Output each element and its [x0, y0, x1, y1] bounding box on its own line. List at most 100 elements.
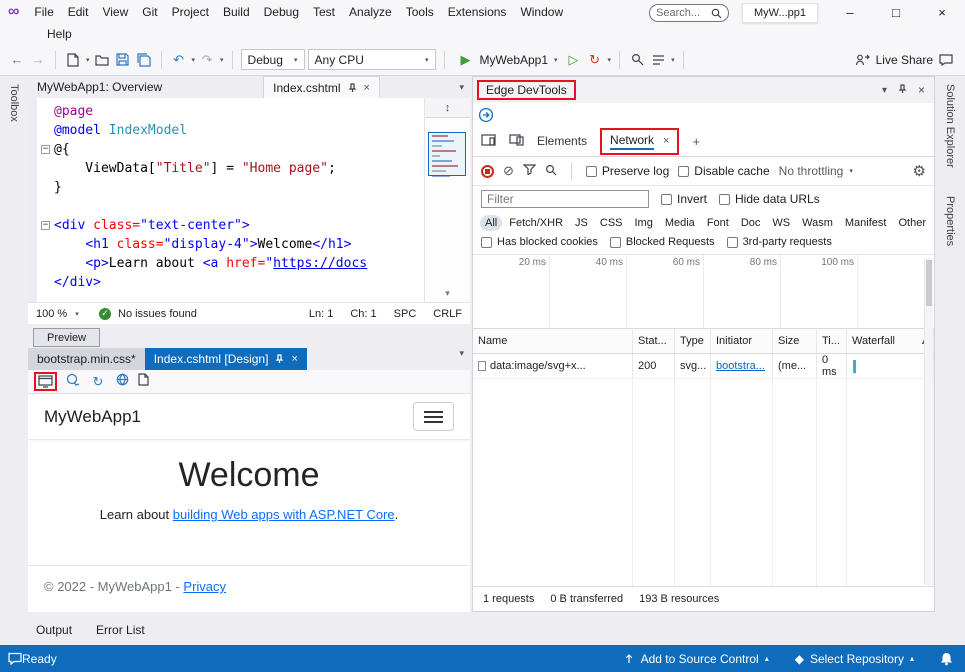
search-box[interactable]: Search...	[649, 4, 729, 22]
save-all-icon[interactable]	[135, 50, 153, 70]
menu-window[interactable]: Window	[513, 3, 570, 21]
privacy-link[interactable]: Privacy	[183, 579, 226, 594]
tab-index-cshtml[interactable]: Index.cshtml ×	[263, 76, 380, 98]
hot-reload-caret-icon[interactable]: ▾	[608, 56, 612, 64]
feedback-icon[interactable]	[939, 53, 953, 66]
configuration-dropdown[interactable]: Debug ▾	[241, 49, 305, 70]
column-header-waterfall[interactable]: Waterfall▲	[847, 329, 934, 353]
close-button[interactable]: ×	[919, 0, 965, 24]
save-icon[interactable]	[114, 50, 132, 70]
checkbox-3rd-party-requests[interactable]: 3rd-party requests	[727, 236, 832, 248]
menu-test[interactable]: Test	[306, 3, 342, 21]
maximize-button[interactable]: □	[873, 0, 919, 24]
menu-edit[interactable]: Edit	[61, 3, 96, 21]
menu-debug[interactable]: Debug	[257, 3, 306, 21]
menu-build[interactable]: Build	[216, 3, 257, 21]
pill-doc[interactable]: Doc	[736, 215, 766, 231]
pin-icon[interactable]	[898, 84, 907, 97]
undo-caret-icon[interactable]: ▾	[192, 56, 196, 64]
tab-index-design[interactable]: Index.cshtml [Design] ×	[145, 348, 307, 370]
open-in-browser-icon[interactable]	[38, 375, 53, 388]
breakpoint-margin[interactable]	[28, 98, 37, 302]
column-header-stat[interactable]: Stat...	[633, 329, 675, 353]
docs-link[interactable]: building Web apps with ASP.NET Core	[173, 507, 395, 522]
redo-caret-icon[interactable]: ▾	[220, 56, 224, 64]
network-request-row[interactable]: data:image/svg+x...200svg...bootstra...(…	[473, 354, 934, 379]
preview-button[interactable]: Preview	[33, 328, 100, 347]
spaces-indicator[interactable]: SPC	[394, 308, 417, 320]
open-folder-icon[interactable]	[93, 50, 111, 70]
navigate-forward-button[interactable]: →	[29, 50, 47, 70]
find-in-files-icon[interactable]	[628, 50, 646, 70]
toggle-screencast-icon[interactable]	[481, 134, 496, 149]
menu-git[interactable]: Git	[135, 3, 164, 21]
pill-font[interactable]: Font	[702, 215, 734, 231]
request-name-cell[interactable]: data:image/svg+x...	[473, 354, 633, 378]
pill-all[interactable]: All	[480, 215, 502, 231]
refresh-icon[interactable]: ↻	[89, 372, 107, 392]
scroll-down-icon[interactable]: ▾	[425, 288, 470, 299]
checkbox-blocked-requests[interactable]: Blocked Requests	[610, 236, 715, 248]
close-tab-icon[interactable]: ×	[364, 82, 370, 94]
pill-js[interactable]: JS	[570, 215, 593, 231]
source-file-icon[interactable]	[138, 373, 149, 391]
select-repository-button[interactable]: ◆ Select Repository ▴	[795, 652, 914, 666]
pin-icon[interactable]	[348, 83, 357, 93]
hide-data-urls-checkbox[interactable]: Hide data URLs	[719, 192, 820, 206]
start-without-debugging-button[interactable]: ▷	[565, 50, 583, 70]
pill-media[interactable]: Media	[660, 215, 700, 231]
fold-toggle-icon[interactable]: −	[41, 221, 50, 230]
close-tab-icon[interactable]: ×	[663, 135, 669, 147]
properties-tab[interactable]: Properties	[944, 196, 956, 246]
zoom-dropdown[interactable]: 100 % ▾	[36, 308, 92, 320]
split-editor-handle[interactable]: ↕	[425, 98, 470, 118]
code-editor[interactable]: @page@model IndexModel−@{ ViewData["Titl…	[28, 98, 470, 302]
filter-toggle-icon[interactable]	[523, 164, 536, 178]
tab-elements[interactable]: Elements	[537, 134, 587, 148]
document-outline-caret-icon[interactable]: ▾	[671, 56, 675, 64]
menu-help[interactable]: Help	[40, 25, 79, 43]
redo-icon[interactable]: ↷	[198, 50, 216, 70]
pill-manifest[interactable]: Manifest	[840, 215, 892, 231]
add-to-source-control-button[interactable]: Add to Source Control ▴	[623, 652, 769, 666]
new-file-caret-icon[interactable]: ▾	[86, 56, 90, 64]
add-tab-icon[interactable]: +	[692, 134, 700, 149]
menu-analyze[interactable]: Analyze	[342, 3, 399, 21]
hot-reload-button[interactable]: ↻	[586, 50, 604, 70]
request-initiator-cell[interactable]: bootstra...	[711, 354, 773, 378]
tab-error-list[interactable]: Error List	[96, 623, 145, 637]
tab-bootstrap-css[interactable]: bootstrap.min.css*	[28, 348, 145, 370]
menu-project[interactable]: Project	[165, 3, 216, 21]
start-debugging-button[interactable]: ▶ MyWebApp1 ▾	[453, 50, 562, 70]
pill-css[interactable]: CSS	[595, 215, 628, 231]
column-header-ti[interactable]: Ti...	[817, 329, 847, 353]
platform-dropdown[interactable]: Any CPU ▾	[308, 49, 436, 70]
device-emulation-icon[interactable]	[509, 134, 524, 149]
pill-img[interactable]: Img	[630, 215, 658, 231]
checkbox-has-blocked-cookies[interactable]: Has blocked cookies	[481, 236, 598, 248]
close-panel-icon[interactable]: ×	[918, 83, 925, 97]
live-share-button[interactable]: Live Share	[855, 53, 957, 67]
search-network-icon[interactable]	[545, 164, 557, 179]
timeline-ruler[interactable]: 20 ms40 ms60 ms80 ms100 ms	[473, 255, 934, 329]
solution-explorer-tab[interactable]: Solution Explorer	[944, 84, 956, 168]
tab-overview[interactable]: MyWebApp1: Overview	[28, 76, 171, 98]
notifications-button[interactable]	[940, 652, 953, 666]
menu-file[interactable]: File	[27, 3, 60, 21]
minimize-button[interactable]: –	[827, 0, 873, 24]
globe-icon[interactable]	[116, 373, 129, 391]
navigate-back-button[interactable]: ←	[8, 50, 26, 70]
network-settings-gear-icon[interactable]: ⚙	[913, 162, 926, 180]
tab-network[interactable]: Network ×	[600, 128, 679, 155]
minimap-scrollbar[interactable]: ↕ ▾	[424, 98, 470, 302]
column-header-type[interactable]: Type	[675, 329, 711, 353]
pill-fetch-xhr[interactable]: Fetch/XHR	[504, 215, 568, 231]
fold-toggle-icon[interactable]: −	[41, 145, 50, 154]
preserve-log-checkbox[interactable]: Preserve log	[586, 164, 669, 178]
menu-view[interactable]: View	[95, 3, 135, 21]
pill-ws[interactable]: WS	[767, 215, 795, 231]
pin-icon[interactable]	[275, 354, 284, 364]
throttling-dropdown[interactable]: No throttling ▾	[779, 164, 853, 178]
feedback-button[interactable]	[0, 652, 22, 665]
tab-list-caret-icon[interactable]: ▾	[459, 348, 470, 370]
